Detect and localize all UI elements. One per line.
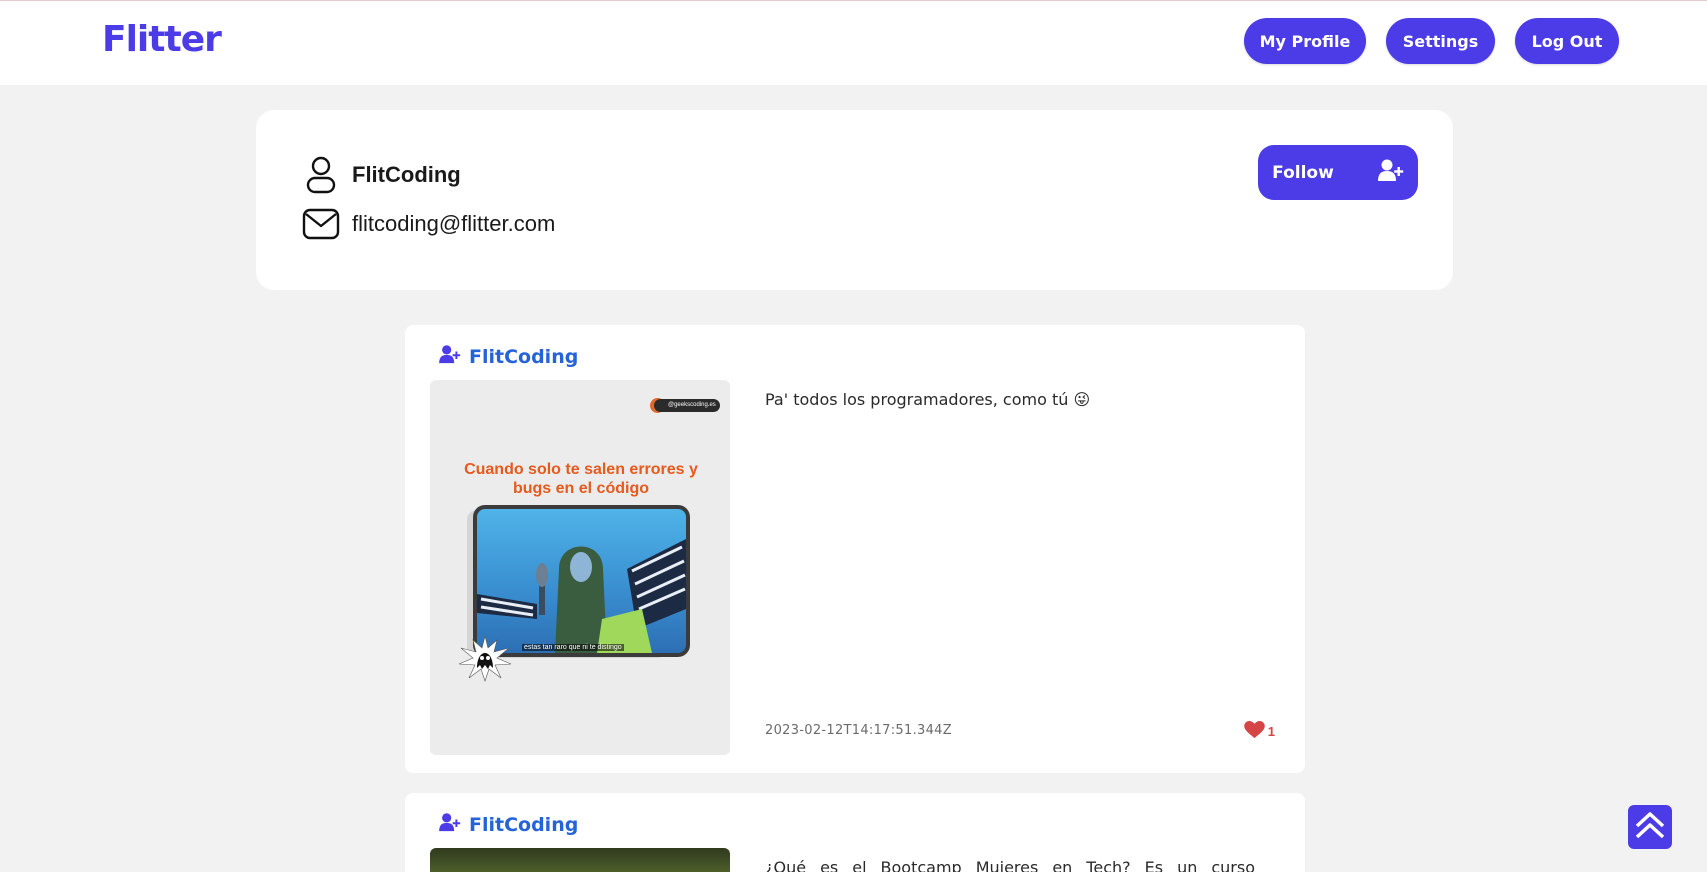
like-button[interactable]: 1 [1243,721,1275,742]
post-image[interactable]: @geekscoding.es Cuando solo te salen err… [430,380,730,755]
post-author-link[interactable]: FlitCoding [439,812,578,837]
scroll-to-top-button[interactable] [1628,805,1672,849]
meme-subtitle: estas tan raro que ni te distingo [522,644,624,651]
follow-button[interactable]: Follow [1258,145,1418,200]
my-profile-button[interactable]: My Profile [1244,18,1366,64]
profile-email-row: flitcoding@flitter.com [302,208,555,240]
app-logo[interactable]: Flitter [102,19,222,60]
heart-icon [1243,721,1265,742]
like-count: 1 [1267,724,1275,739]
post-timestamp: 2023-02-12T14:17:51.344Z [765,723,952,738]
settings-button[interactable]: Settings [1386,18,1495,64]
double-chevron-up-icon [1632,807,1668,848]
profile-username: FlitCoding [352,162,461,187]
post-author-link[interactable]: FlitCoding [439,344,578,369]
profile-username-row: FlitCoding [302,156,461,194]
post-card: FlitCoding ¿Qué es el Bootcamp Mujeres e… [405,793,1305,872]
post-card: FlitCoding @geekscoding.es Cuando solo t… [405,325,1305,773]
user-outline-icon [302,156,340,194]
user-plus-icon [439,344,461,369]
log-out-button[interactable]: Log Out [1515,18,1619,64]
post-author-name: FlitCoding [469,345,579,368]
ghost-icon [458,635,512,682]
post-text: Pa' todos los programadores, como tú 😜 [765,390,1091,409]
follow-label: Follow [1272,162,1334,183]
meme-watermark: @geekscoding.es [654,399,720,412]
top-navbar: Flitter My Profile Settings Log Out [0,0,1707,85]
meme-title: Cuando solo te salen errores y bugs en e… [464,461,698,497]
user-plus-icon [1377,158,1404,187]
post-text: ¿Qué es el Bootcamp Mujeres en Tech? Es … [765,858,1255,872]
user-plus-icon [439,812,461,837]
meme-photo [477,509,686,653]
profile-email: flitcoding@flitter.com [352,211,556,236]
profile-card: FlitCoding flitcoding@flitter.com Follow [256,110,1453,290]
envelope-icon [302,208,340,240]
post-image[interactable] [430,848,730,872]
post-author-name: FlitCoding [469,813,579,836]
